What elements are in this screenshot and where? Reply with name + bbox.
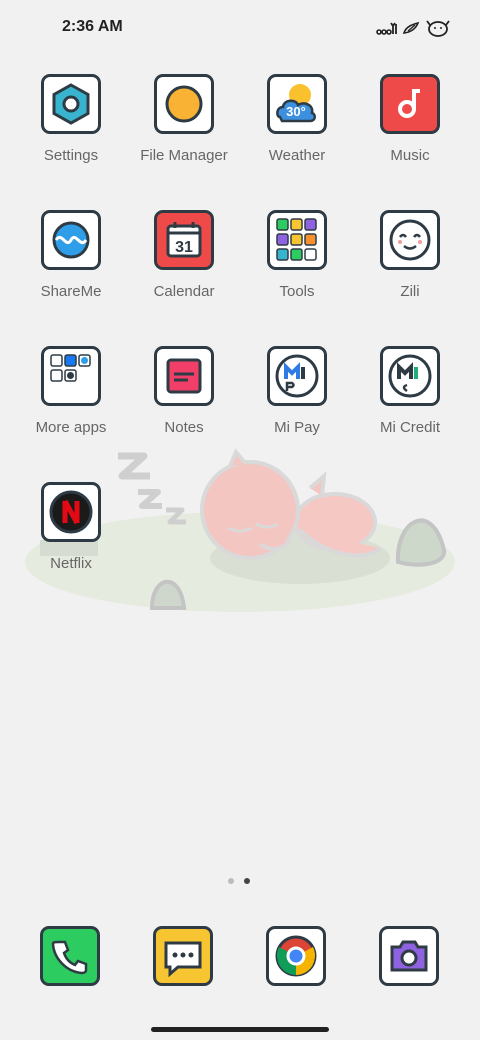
app-label: Music	[390, 147, 430, 164]
home-indicator[interactable]	[151, 1027, 329, 1032]
status-time: 2:36 AM	[62, 18, 123, 35]
dock-messages-app[interactable]	[153, 926, 213, 986]
weather-icon: 30°	[267, 74, 327, 134]
wifi-icon	[402, 21, 420, 34]
app-label: Tools	[279, 283, 315, 300]
app-label: Netflix	[50, 555, 92, 572]
app-settings[interactable]: Settings	[15, 74, 127, 164]
mi-credit-icon	[380, 346, 440, 406]
app-notes[interactable]: Notes	[128, 346, 240, 436]
app-mi-pay[interactable]: Mi Pay	[241, 346, 353, 436]
music-icon	[380, 74, 440, 134]
app-zili[interactable]: Zili	[354, 210, 466, 300]
calendar-date-badge: 31	[175, 239, 193, 256]
signal-icon	[376, 22, 397, 35]
app-label: ShareMe	[40, 283, 102, 300]
app-file-manager[interactable]: File Manager	[128, 74, 240, 164]
app-label: Mi Pay	[274, 419, 320, 436]
app-tools-folder[interactable]: Tools	[241, 210, 353, 300]
netflix-icon	[41, 482, 101, 542]
shareme-icon	[41, 210, 101, 270]
app-label: File Manager	[140, 147, 228, 164]
notes-icon	[154, 346, 214, 406]
app-music[interactable]: Music	[354, 74, 466, 164]
dock-phone-app[interactable]	[40, 926, 100, 986]
app-label: Notes	[164, 419, 204, 436]
app-label: Weather	[268, 147, 326, 164]
status-icons	[376, 14, 452, 42]
app-label: Calendar	[153, 283, 215, 300]
app-label: Settings	[43, 147, 99, 164]
app-mi-credit[interactable]: Mi Credit	[354, 346, 466, 436]
page-dot-2-active[interactable]	[244, 878, 250, 884]
status-bar: 2:36 AM	[0, 0, 480, 56]
battery-icon	[426, 20, 450, 37]
mi-pay-icon	[267, 346, 327, 406]
calendar-icon: 31	[154, 210, 214, 270]
app-label: Mi Credit	[379, 419, 440, 436]
app-calendar[interactable]: 31 Calendar	[128, 210, 240, 300]
dock-camera-app[interactable]	[379, 926, 439, 986]
app-label: Zili	[400, 283, 420, 300]
tools-folder-icon	[267, 210, 327, 270]
phone-icon	[51, 940, 88, 975]
app-label: More apps	[35, 419, 107, 436]
zili-icon	[380, 210, 440, 270]
messages-icon	[164, 941, 202, 978]
chrome-icon	[275, 935, 317, 977]
settings-icon	[41, 74, 101, 134]
camera-icon	[390, 940, 428, 972]
more-apps-folder-icon	[41, 346, 101, 406]
app-weather[interactable]: 30° Weather	[241, 74, 353, 164]
page-dot-1[interactable]	[228, 878, 234, 884]
app-netflix[interactable]: Netflix	[15, 482, 127, 572]
weather-temp-badge: 30°	[286, 104, 306, 119]
dock-chrome-app[interactable]	[266, 926, 326, 986]
app-more-apps-folder[interactable]: More apps	[15, 346, 127, 436]
page-indicator	[228, 878, 250, 884]
file-manager-icon	[154, 74, 214, 134]
app-shareme[interactable]: ShareMe	[15, 210, 127, 300]
